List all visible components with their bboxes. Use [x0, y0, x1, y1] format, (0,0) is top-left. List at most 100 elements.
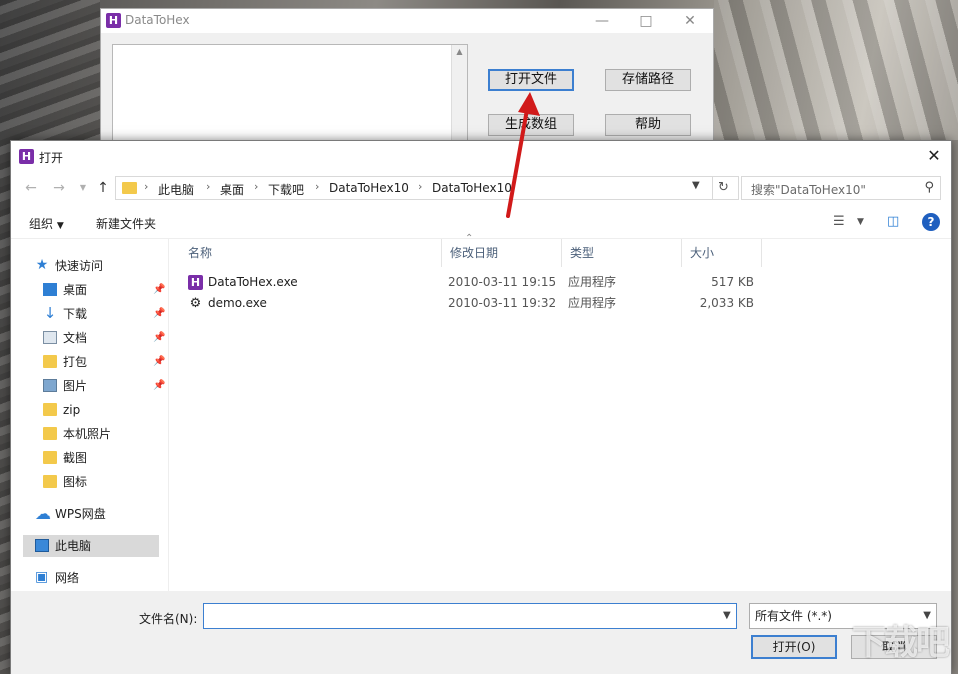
navigation-pane: ★ 快速访问 桌面 📌 ↓ 下载 📌 文档 📌 打包 📌 图片 📌 zip 本机照片 截图 图… [11, 239, 169, 591]
sidebar-item-label: 截图 [63, 451, 88, 465]
back-arrow-icon[interactable]: ← [21, 179, 41, 197]
organize-menu-button[interactable]: 组织 ▼ [29, 215, 64, 232]
pin-icon: 📌 [153, 380, 166, 391]
navigation-bar: ← → ▼ ↑ › 此电脑 › 桌面 › 下载吧 › DataToHex10 ›… [11, 171, 951, 205]
preview-pane-icon[interactable]: ◫ [887, 214, 899, 229]
sidebar-item-label: 打包 [63, 355, 88, 369]
sidebar-item-label: 本机照片 [63, 427, 112, 441]
forward-arrow-icon[interactable]: → [49, 179, 69, 197]
help-button[interactable]: 帮助 [605, 114, 691, 136]
breadcrumb-item[interactable]: 下载吧 [268, 181, 304, 198]
refresh-icon[interactable]: ↻ [712, 177, 734, 199]
app-title: DataToHex [125, 13, 190, 27]
help-icon[interactable]: ? [922, 213, 940, 231]
view-chevron-down-icon[interactable]: ▼ [857, 217, 864, 227]
breadcrumb-item[interactable]: 此电脑 [158, 181, 194, 198]
column-header-type[interactable]: 类型 [562, 239, 682, 267]
app-textarea-scrollbar[interactable]: ▲ [451, 45, 467, 153]
breadcrumb-separator-icon[interactable]: › [254, 180, 258, 193]
breadcrumb-item[interactable]: DataToHex10 [329, 181, 409, 195]
open-file-dialog: H 打开 ✕ ← → ▼ ↑ › 此电脑 › 桌面 › 下载吧 › DataTo… [10, 140, 952, 674]
file-row[interactable]: H DataToHex.exe 2010-03-11 19:15 应用程序 51… [188, 272, 768, 293]
maximize-icon[interactable]: □ [631, 11, 661, 31]
file-modified: 2010-03-11 19:32 [448, 296, 557, 310]
search-icon[interactable]: ⚲ [924, 180, 934, 195]
breadcrumb-item[interactable]: 桌面 [220, 181, 244, 198]
app-titlebar: H DataToHex — □ ✕ [101, 9, 713, 33]
cloud-icon: ☁ [35, 504, 51, 523]
file-name: DataToHex.exe [208, 275, 298, 289]
filetype-value: 所有文件 (*.*) [755, 609, 832, 623]
filename-input[interactable] [203, 603, 737, 629]
scroll-up-icon[interactable]: ▲ [452, 45, 467, 59]
search-box[interactable]: 搜索"DataToHex10" ⚲ [741, 176, 941, 200]
sidebar-item-label: WPS网盘 [55, 507, 106, 521]
minimize-icon[interactable]: — [587, 11, 617, 31]
close-icon[interactable]: ✕ [675, 11, 705, 31]
sidebar-item-documents[interactable]: 文档 📌 [31, 327, 167, 349]
document-icon [43, 331, 57, 344]
view-options-icon[interactable]: ☰ [833, 214, 845, 229]
sidebar-item-screenshots[interactable]: 截图 [31, 447, 167, 469]
pin-icon: 📌 [153, 284, 166, 295]
pin-icon: 📌 [153, 332, 166, 343]
up-arrow-icon[interactable]: ↑ [93, 179, 113, 197]
file-modified: 2010-03-11 19:15 [448, 275, 557, 289]
sidebar-item-label: 桌面 [63, 283, 88, 297]
sidebar-item-label: 图片 [63, 379, 88, 393]
column-header-name[interactable]: 名称 [180, 239, 442, 267]
breadcrumb-separator-icon[interactable]: › [315, 180, 319, 193]
organize-label: 组织 [29, 217, 54, 231]
annotation-arrow-head [518, 92, 540, 116]
open-file-button[interactable]: 打开文件 [488, 69, 574, 91]
save-path-button[interactable]: 存储路径 [605, 69, 691, 91]
breadcrumb-separator-icon[interactable]: › [144, 180, 148, 193]
new-folder-button[interactable]: 新建文件夹 [96, 215, 156, 232]
folder-icon [43, 403, 57, 416]
file-size: 2,033 KB [699, 296, 754, 310]
sidebar-item-zip[interactable]: zip [31, 399, 167, 421]
datatohex-app-icon: H [188, 275, 203, 290]
sidebar-item-icons[interactable]: 图标 [31, 471, 167, 493]
address-bar[interactable]: › 此电脑 › 桌面 › 下载吧 › DataToHex10 › DataToH… [115, 176, 739, 200]
annotation-arrow [506, 92, 540, 218]
sidebar-item-desktop[interactable]: 桌面 📌 [31, 279, 167, 301]
desktop-icon [43, 283, 57, 296]
sidebar-item-label: 快速访问 [55, 259, 104, 273]
open-button[interactable]: 打开(O) [751, 635, 837, 659]
sidebar-item-label: 网络 [55, 571, 80, 585]
app-output-textarea[interactable]: ▲ [112, 44, 468, 154]
sidebar-item-wps-drive[interactable]: ☁ WPS网盘 [23, 503, 159, 525]
app-window: H DataToHex — □ ✕ ▲ 打开文件 存储路径 生成数组 帮助 [100, 8, 714, 154]
column-header-modified[interactable]: 修改日期 [442, 239, 562, 267]
file-name: demo.exe [208, 296, 267, 310]
breadcrumb-separator-icon[interactable]: › [206, 180, 210, 193]
sidebar-item-pictures[interactable]: 图片 📌 [31, 375, 167, 397]
sidebar-item-package[interactable]: 打包 📌 [31, 351, 167, 373]
sidebar-item-this-pc[interactable]: 此电脑 [23, 535, 159, 557]
sidebar-item-downloads[interactable]: ↓ 下载 📌 [31, 303, 167, 325]
file-size: 517 KB [711, 275, 754, 289]
sidebar-item-quick-access[interactable]: ★ 快速访问 [23, 255, 159, 277]
search-input[interactable]: 搜索"DataToHex10" [751, 181, 866, 198]
sidebar-item-label: 文档 [63, 331, 88, 345]
address-dropdown-icon[interactable]: ▼ [692, 180, 700, 191]
watermark-logo: 下载吧 [852, 623, 950, 663]
picture-icon [43, 379, 57, 392]
chevron-down-icon: ▼ [56, 221, 64, 231]
file-row[interactable]: ⚙ demo.exe 2010-03-11 19:32 应用程序 2,033 K… [188, 293, 768, 314]
pin-icon: 📌 [153, 308, 166, 319]
executable-icon: ⚙ [189, 296, 202, 311]
folder-icon [43, 355, 57, 368]
sidebar-item-label: 下载 [63, 307, 88, 321]
column-header-size[interactable]: 大小 [682, 239, 762, 267]
dialog-close-icon[interactable]: ✕ [917, 141, 951, 171]
folder-icon [43, 427, 57, 440]
sidebar-item-network[interactable]: ▣ 网络 [23, 567, 159, 589]
dialog-titlebar: H 打开 ✕ [11, 141, 951, 171]
sidebar-item-local-photos[interactable]: 本机照片 [31, 423, 167, 445]
recent-locations-chevron-icon[interactable]: ▼ [73, 179, 93, 197]
folder-icon [122, 182, 137, 194]
breadcrumb-separator-icon[interactable]: › [418, 180, 422, 193]
folder-icon [43, 451, 57, 464]
